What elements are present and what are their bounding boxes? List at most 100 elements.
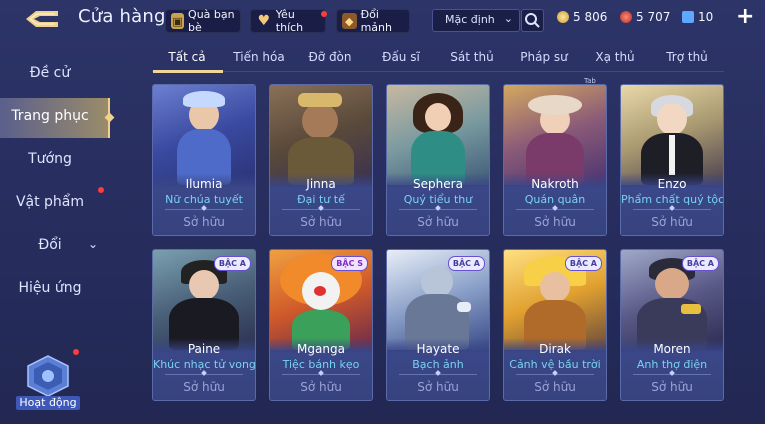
sidebar-item-items[interactable]: Vật phẩm (0, 184, 108, 224)
skin-art-image (387, 85, 489, 185)
ruby-value: 5 707 (636, 10, 671, 24)
sidebar-item-heroes[interactable]: Tướng (0, 141, 108, 181)
tab-marksman[interactable]: Xạ thủ (580, 50, 650, 64)
exchange-fragments-label: Đổi mảnh (360, 8, 392, 34)
owned-status: Sở hữu (651, 215, 693, 229)
ruby-icon (620, 11, 632, 23)
tier-badge: BẬC A (681, 256, 719, 271)
owned-status: Sở hữu (417, 380, 459, 394)
owned-status: Sở hữu (183, 380, 225, 394)
hero-name: Paine (187, 342, 221, 356)
voucher-value: 10 (698, 10, 714, 24)
skin-art-image (270, 85, 372, 185)
skin-name: Nữ chúa tuyết (165, 193, 243, 206)
skin-name: Bạch ảnh (412, 358, 464, 371)
sidebar-item-featured[interactable]: Đề cử (0, 55, 108, 95)
friend-gift-button[interactable]: ▣ Quà bạn bè (165, 8, 241, 34)
skin-name: Khúc nhạc tử vong (153, 358, 256, 371)
heart-icon: ♥ (257, 13, 271, 29)
top-bar: Cửa hàng ▣ Quà bạn bè ♥ Yêu thích ◆ Đổi … (0, 0, 765, 38)
sidebar-item-skins[interactable]: Trang phục (0, 98, 115, 138)
add-currency-button[interactable]: + (736, 4, 754, 29)
exchange-fragments-button[interactable]: ◆ Đổi mảnh (336, 8, 410, 34)
skin-name: Phẩm chất quý tộc (621, 193, 724, 206)
hero-name: Hayate (416, 342, 460, 356)
owned-status: Sở hữu (651, 380, 693, 394)
sort-value: Mặc định (445, 13, 495, 26)
search-icon (525, 13, 540, 28)
hero-name: Sephera (413, 177, 463, 191)
hero-name: Mganga (297, 342, 345, 356)
tab-support[interactable]: Trợ thủ (652, 50, 722, 64)
sidebar-item-effects[interactable]: Hiệu ứng (0, 270, 108, 310)
category-tabs: Tất cả Tiến hóa Đỡ đòn Đấu sĩ Sát thủ Ph… (152, 46, 732, 74)
skin-name: Tiệc bánh kẹo (282, 358, 360, 371)
events-button[interactable]: Hoạt động (16, 352, 84, 412)
owned-status: Sở hữu (300, 380, 342, 394)
events-label: Hoạt động (16, 396, 80, 410)
tier-badge: BẬC S (331, 256, 368, 271)
sidebar-item-label: Đề cử (29, 65, 71, 81)
hero-name: Dirak (539, 342, 571, 356)
skin-name: Quán quân (524, 193, 586, 206)
owned-status: Sở hữu (534, 380, 576, 394)
tab-tank[interactable]: Đỡ đòn (295, 50, 365, 64)
event-chest-icon (27, 355, 69, 397)
skin-name: Anh thợ điện (636, 358, 708, 371)
skin-card[interactable]: Jinna Đại tư tế Sở hữu (269, 84, 373, 236)
ruby-balance: 5 707 (620, 10, 670, 24)
skin-card[interactable]: Enzo Phẩm chất quý tộc Sở hữu (620, 84, 724, 236)
skin-art-image (153, 85, 255, 185)
sidebar-item-label: Hiệu ứng (18, 280, 82, 296)
tab-all[interactable]: Tất cả (152, 50, 222, 64)
tab-mage[interactable]: Pháp sư (509, 50, 579, 64)
sidebar-item-label: Đổi (38, 237, 62, 253)
gold-value: 5 806 (573, 10, 608, 24)
owned-status: Sở hữu (300, 215, 342, 229)
sort-dropdown[interactable]: Mặc định ⌄ (432, 9, 520, 32)
active-marker-icon (104, 112, 115, 123)
owned-status: Sở hữu (183, 215, 225, 229)
skin-art-image (621, 85, 723, 185)
skin-art-image (504, 85, 606, 185)
skin-card[interactable]: Nakroth Quán quân Sở hữu (503, 84, 607, 236)
hero-name: Enzo (657, 177, 687, 191)
skin-card[interactable]: BẬC A Moren Anh thợ điện Sở hữu (620, 249, 724, 401)
skin-card[interactable]: BẬC A Hayate Bạch ảnh Sở hữu (386, 249, 490, 401)
favorites-label: Yêu thích (275, 8, 304, 34)
skin-name: Quý tiểu thư (403, 193, 473, 206)
skin-card[interactable]: BẬC S Mganga Tiệc bánh kẹo Sở hữu (269, 249, 373, 401)
skin-card[interactable]: BẬC A Paine Khúc nhạc tử vong Sở hữu (152, 249, 256, 401)
tab-assassin[interactable]: Sát thủ (437, 50, 507, 64)
sidebar-item-label: Trang phục (11, 108, 89, 124)
chevron-down-icon: ⌄ (88, 237, 99, 251)
voucher-icon (682, 11, 694, 23)
sidebar-item-label: Vật phẩm (15, 194, 85, 210)
favorites-notification-dot (321, 11, 327, 17)
items-notification-dot (98, 187, 104, 193)
skin-card[interactable]: Sephera Quý tiểu thư Sở hữu (386, 84, 490, 236)
skin-name: Cảnh vệ bầu trời (509, 358, 601, 371)
skin-name: Đại tư tế (297, 193, 345, 206)
hero-name: Ilumia (185, 177, 223, 191)
back-arrow-icon[interactable] (22, 8, 62, 30)
chevron-down-icon: ⌄ (503, 12, 513, 25)
hero-name: Nakroth (531, 177, 579, 191)
sidebar-item-label: Tướng (28, 151, 72, 167)
hero-name: Moren (653, 342, 691, 356)
skin-card[interactable]: Ilumia Nữ chúa tuyết Sở hữu (152, 84, 256, 236)
active-tab-underline (153, 70, 223, 73)
search-button[interactable] (521, 9, 544, 32)
sidebar-item-exchange[interactable]: Đổi ⌄ (0, 227, 108, 267)
gold-balance: 5 806 (557, 10, 607, 24)
tier-badge: BẬC A (213, 256, 251, 271)
owned-status: Sở hữu (417, 215, 459, 229)
tabs-divider (152, 71, 724, 72)
tier-badge: BẬC A (564, 256, 602, 271)
friend-gift-label: Quà bạn bè (188, 8, 235, 34)
gold-coin-icon (557, 11, 569, 23)
tab-fighter[interactable]: Đấu sĩ (366, 50, 436, 64)
tab-evolution[interactable]: Tiến hóa (224, 50, 294, 64)
favorites-button[interactable]: ♥ Yêu thích (250, 8, 326, 34)
skin-card[interactable]: BẬC A Dirak Cảnh vệ bầu trời Sở hữu (503, 249, 607, 401)
